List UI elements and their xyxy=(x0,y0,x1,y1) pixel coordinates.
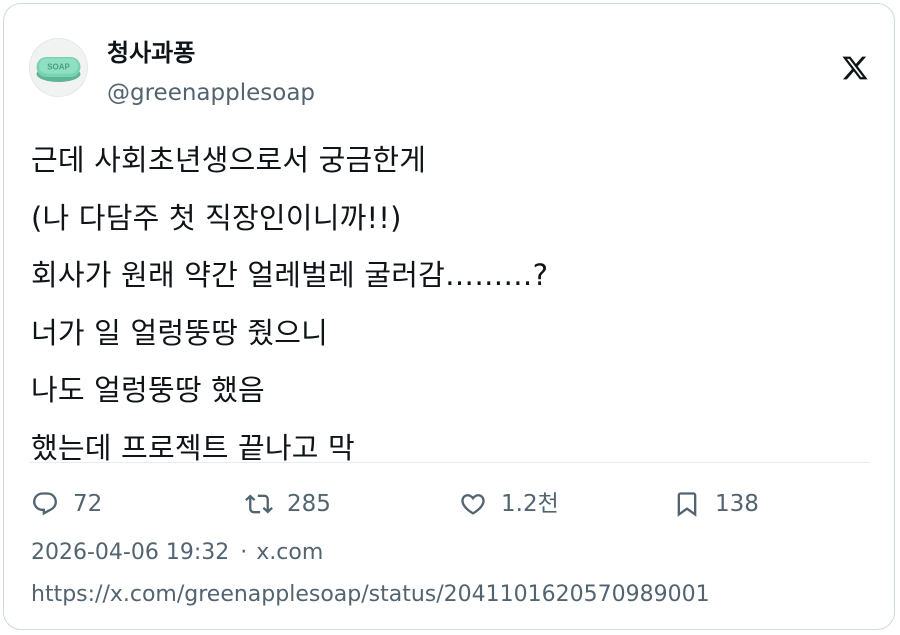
post-body-line: 너가 일 얼렁뚱땅 줬으니 xyxy=(31,315,329,350)
bookmark-count: 138 xyxy=(715,491,759,517)
reply-button[interactable]: 72 xyxy=(31,484,102,524)
repost-icon xyxy=(245,494,273,514)
author-handle[interactable]: @greenapplesoap xyxy=(107,76,315,110)
repost-count: 285 xyxy=(287,491,331,517)
like-button[interactable]: 1.2천 xyxy=(459,484,559,524)
bookmark-icon xyxy=(677,492,697,517)
avatar-soap-text: SOAP xyxy=(47,63,70,72)
author-display-name[interactable]: 청사과퐁 xyxy=(107,36,195,70)
post-body: 근데 사회초년생으로서 궁금한게 (나 다담주 첫 직장인이니까!!) 회사가 … xyxy=(31,140,871,485)
post-body-line: 했는데 프로젝트 끝나고 막 xyxy=(31,430,355,465)
heart-icon xyxy=(461,494,485,515)
post-body-line: (나 다담주 첫 직장인이니까!!) xyxy=(31,200,402,235)
reply-bubble-icon xyxy=(33,492,57,516)
post-url-link[interactable]: https://x.com/greenapplesoap/status/2041… xyxy=(31,578,710,612)
post-source-link[interactable]: x.com xyxy=(256,536,323,570)
meta-separator: · xyxy=(240,540,248,565)
post-meta: 2026-04-06 19:32 · x.com xyxy=(31,536,323,570)
divider xyxy=(29,462,870,463)
repost-button[interactable]: 285 xyxy=(245,484,331,524)
reply-count: 72 xyxy=(73,491,103,517)
like-count: 1.2천 xyxy=(501,491,559,517)
x-logo-icon[interactable] xyxy=(841,54,869,82)
avatar[interactable]: SOAP xyxy=(29,38,88,97)
post-body-line: 근데 사회초년생으로서 궁금한게 xyxy=(31,143,427,177)
soap-avatar-icon: SOAP xyxy=(36,57,81,82)
post-timestamp[interactable]: 2026-04-06 19:32 xyxy=(31,536,229,570)
post-body-line: 나도 얼렁뚱땅 했음 xyxy=(31,373,265,407)
post-body-line: 회사가 원래 약간 얼레벌레 굴러감………? xyxy=(31,258,549,292)
bookmark-button[interactable]: 138 xyxy=(673,484,759,524)
